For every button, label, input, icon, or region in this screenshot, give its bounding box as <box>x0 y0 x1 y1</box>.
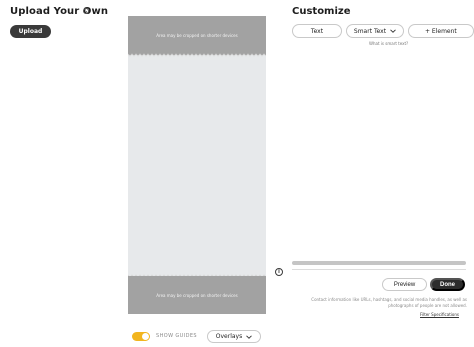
add-text-button[interactable]: Text <box>292 24 342 38</box>
done-button[interactable]: Done <box>430 278 465 291</box>
add-text-label: Text <box>310 27 324 35</box>
divider <box>292 269 466 270</box>
add-element-label: + Element <box>425 27 457 35</box>
horizontal-scrollbar[interactable] <box>292 261 466 265</box>
create-filter-page: Upload Your Own Upload Area may be cropp… <box>0 0 474 347</box>
crop-zone-bottom: Area may be cropped on shorter devices <box>128 276 266 314</box>
filter-preview-canvas[interactable]: Area may be cropped on shorter devices A… <box>128 16 266 314</box>
smart-text-label: Smart Text <box>353 27 387 35</box>
info-icon[interactable]: i <box>275 268 283 276</box>
preview-button[interactable]: Preview <box>382 278 427 291</box>
crop-zone-top: Area may be cropped on shorter devices <box>128 16 266 55</box>
crop-edge-top <box>128 53 266 57</box>
smart-text-help-link[interactable]: What is smart text? <box>369 41 408 46</box>
upload-section-title: Upload Your Own <box>10 6 109 17</box>
overlays-label: Overlays <box>215 333 243 340</box>
chevron-down-icon <box>246 334 253 339</box>
add-element-button[interactable]: + Element <box>408 24 474 38</box>
crop-warning-bottom: Area may be cropped on shorter devices <box>156 292 238 298</box>
content-disclaimer: Contact information like URLs, hashtags,… <box>311 297 467 308</box>
upload-info-icon[interactable] <box>83 8 89 14</box>
upload-button[interactable]: Upload <box>10 25 51 38</box>
show-guides-toggle[interactable] <box>132 332 150 341</box>
customize-section-title: Customize <box>292 6 351 17</box>
filter-specifications-link[interactable]: Filter Specifications <box>420 312 459 317</box>
overlays-dropdown[interactable]: Overlays <box>207 330 261 343</box>
toggle-knob <box>142 333 149 340</box>
smart-text-dropdown[interactable]: Smart Text <box>346 24 404 38</box>
show-guides-label: SHOW GUIDES <box>156 333 197 339</box>
crop-warning-top: Area may be cropped on shorter devices <box>156 33 238 38</box>
chevron-down-icon <box>390 29 396 33</box>
